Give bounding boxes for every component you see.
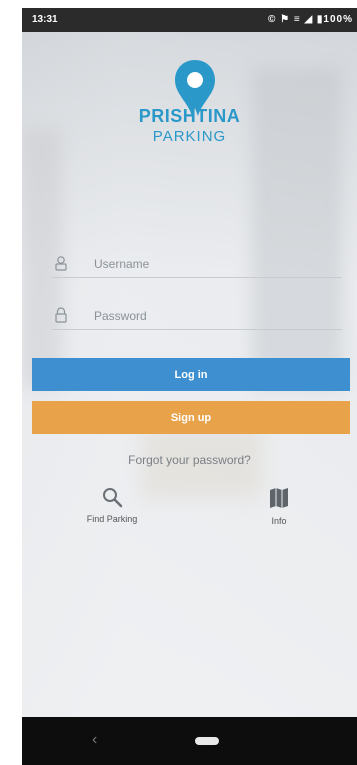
status-time: 13:31 <box>32 14 58 25</box>
find-parking-label: Find Parking <box>86 514 138 524</box>
status-bar: 13:31 © ⚑ ≡ ◢ ▮100% <box>22 8 357 32</box>
user-icon <box>55 256 67 271</box>
navigation-bar: ‹ <box>22 717 357 765</box>
status-icons: © ⚑ ≡ ◢ ▮100% <box>267 14 353 25</box>
brand-name: PRISHTINA <box>138 106 241 126</box>
password-field[interactable] <box>52 303 342 330</box>
password-input[interactable] <box>92 305 336 327</box>
back-icon[interactable]: ‹ <box>92 731 97 749</box>
search-icon <box>103 488 123 508</box>
login-button[interactable]: Log in <box>32 358 350 391</box>
find-parking-button[interactable]: Find Parking <box>67 486 157 524</box>
home-pill-icon[interactable] <box>195 737 219 745</box>
username-field[interactable] <box>52 251 342 278</box>
info-button[interactable]: Info <box>234 486 324 526</box>
signup-button[interactable]: Sign up <box>32 401 350 434</box>
forgot-password-link[interactable]: Forgot your password? <box>22 453 357 467</box>
brand-subtitle: PARKING <box>152 128 227 145</box>
map-icon <box>270 488 288 508</box>
lock-icon <box>55 307 67 323</box>
phone-screen: 13:31 © ⚑ ≡ ◢ ▮100% PRISHTINA PARKING Lo… <box>22 8 357 765</box>
info-label: Info <box>271 516 287 526</box>
username-input[interactable] <box>92 253 336 275</box>
